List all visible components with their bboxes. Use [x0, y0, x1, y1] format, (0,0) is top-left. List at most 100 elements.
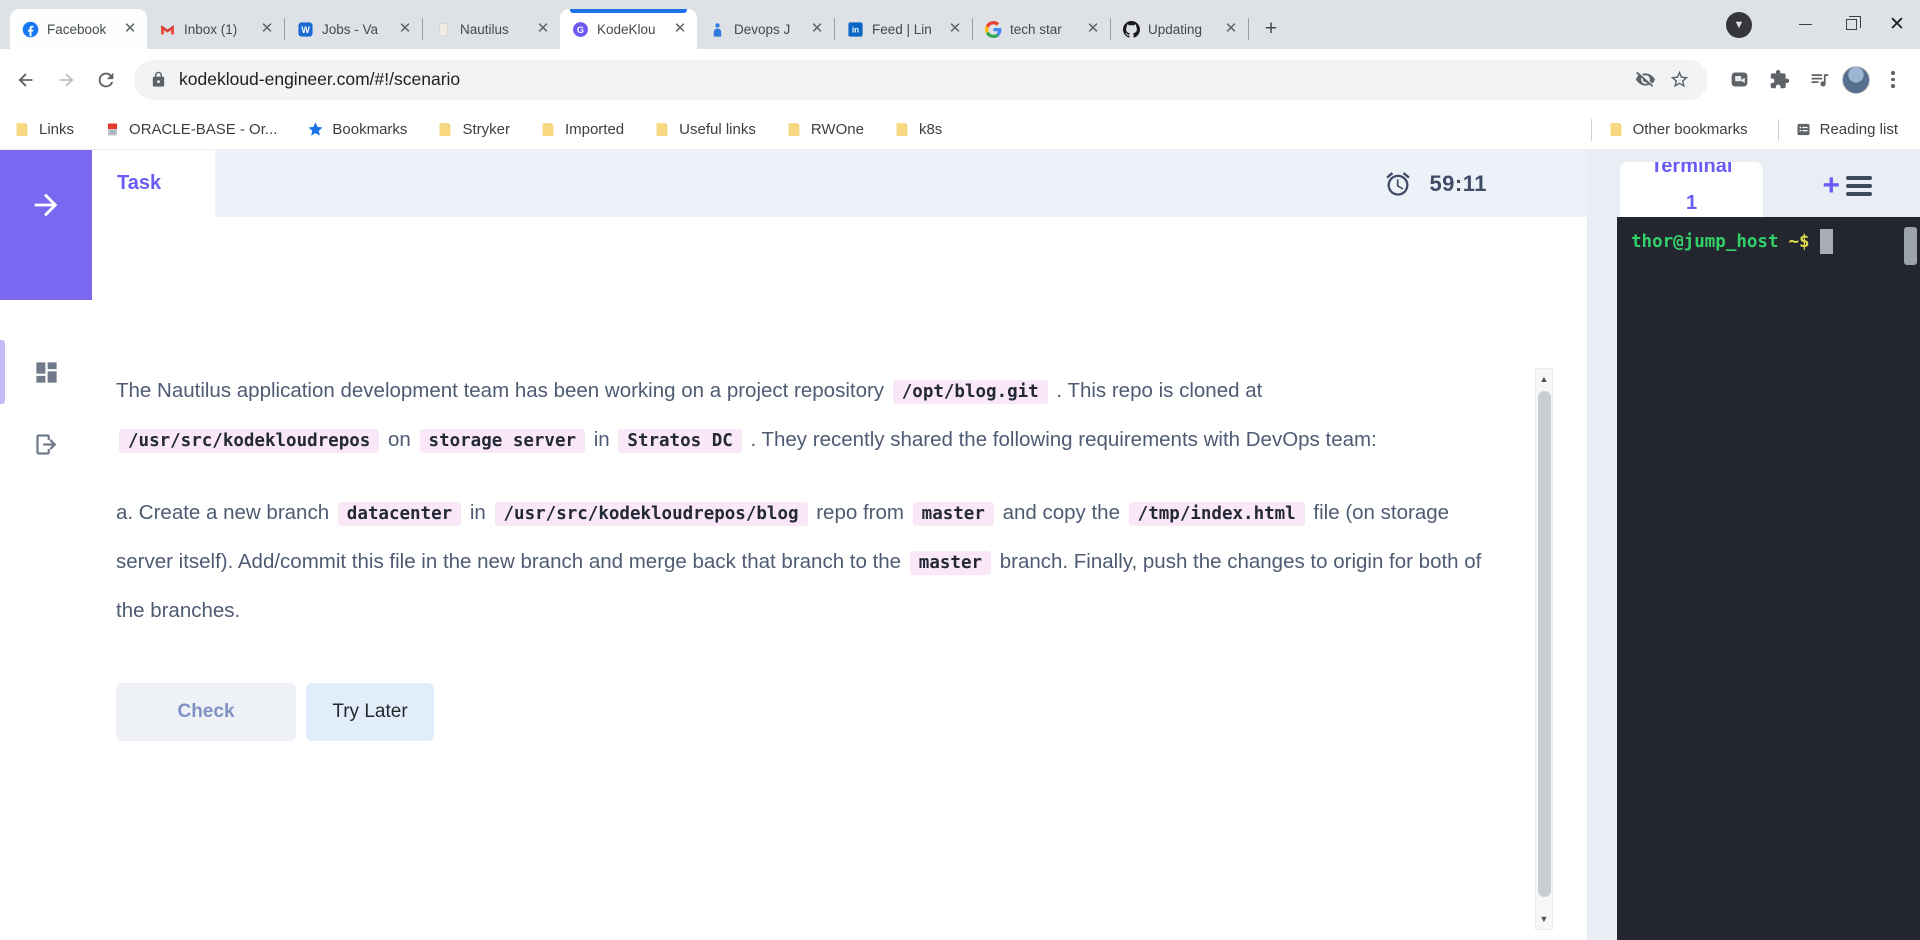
media-extension-button[interactable] [1722, 63, 1756, 97]
maximize-button[interactable] [1828, 0, 1874, 49]
bookmark-label: Links [39, 121, 74, 138]
bookmark-label: Imported [565, 121, 624, 138]
nautilus-icon [435, 21, 452, 38]
browser-tab-jobs[interactable]: WJobs - Va✕ [285, 9, 422, 49]
terminal-prompt-user: thor@jump_host [1631, 232, 1779, 252]
scroll-up-arrow[interactable]: ▲ [1536, 369, 1552, 389]
extensions-button[interactable] [1762, 63, 1796, 97]
browser-tab-linkedin[interactable]: inFeed | Lin✕ [835, 9, 972, 49]
tab-task[interactable]: Task [92, 150, 215, 217]
folder-icon [1608, 121, 1625, 138]
bookmark-item[interactable]: ORACLE-BASE - Or... [104, 121, 277, 138]
reading-list-label: Reading list [1820, 121, 1898, 138]
reading-list-button[interactable]: Reading list [1795, 121, 1898, 138]
gmail-icon [159, 21, 176, 38]
browser-tab-gmail[interactable]: Inbox (1)✕ [147, 9, 284, 49]
task-text: and copy the [997, 501, 1126, 524]
folder-icon [437, 121, 454, 138]
scrollbar-thumb[interactable] [1538, 391, 1551, 897]
terminal-prompt-symbol: ~$ [1789, 232, 1810, 252]
other-bookmarks-label: Other bookmarks [1633, 121, 1748, 138]
playlist-button[interactable] [1802, 63, 1836, 97]
sidebar-expand-button[interactable] [0, 150, 92, 300]
close-window-button[interactable]: ✕ [1874, 0, 1920, 49]
bookmark-item[interactable]: k8s [894, 121, 942, 138]
svg-text:G: G [577, 24, 584, 34]
bookmarks-container: Links ORACLE-BASE - Or... Bookmarks Stryker… [14, 121, 972, 138]
tab-close-icon[interactable]: ✕ [946, 20, 964, 38]
task-text: The Nautilus application development tea… [116, 379, 890, 402]
address-bar[interactable]: kodekloud-engineer.com/#!/scenario [134, 60, 1708, 100]
browser-tab-google[interactable]: tech star✕ [973, 9, 1110, 49]
timer-value: 59:11 [1429, 171, 1487, 197]
tab-close-icon[interactable]: ✕ [1084, 20, 1102, 38]
profile-avatar[interactable] [1842, 66, 1870, 94]
task-text: . This repo is cloned at [1051, 379, 1263, 402]
forward-button[interactable] [46, 60, 86, 100]
oracle-icon [104, 121, 121, 138]
terminal-screen[interactable]: thor@jump_host ~$ [1617, 217, 1920, 940]
reload-button[interactable] [86, 60, 126, 100]
inline-code: master [913, 502, 994, 526]
tabs-container: Facebook✕Inbox (1)✕WJobs - Va✕Nautilus✕G… [10, 9, 1249, 49]
privacy-button[interactable] [1628, 63, 1662, 97]
terminal-scrollbar-thumb[interactable] [1904, 227, 1917, 265]
tab-search-button[interactable]: ▼ [1726, 12, 1752, 38]
folder-icon [894, 121, 911, 138]
bookmark-item[interactable]: Bookmarks [307, 121, 407, 138]
tab-close-icon[interactable]: ✕ [396, 20, 414, 38]
inline-code: storage server [420, 429, 586, 453]
sidebar-item-logout[interactable] [0, 408, 92, 480]
scroll-down-arrow[interactable]: ▼ [1536, 909, 1552, 929]
task-text: in [464, 501, 491, 524]
other-bookmarks-button[interactable]: Other bookmarks [1608, 121, 1748, 138]
bookmark-item[interactable]: RWOne [786, 121, 864, 138]
tab-close-icon[interactable]: ✕ [671, 20, 689, 38]
inline-code: /tmp/index.html [1129, 502, 1305, 526]
inline-code: master [910, 551, 991, 575]
check-button[interactable]: Check [116, 683, 296, 741]
browser-toolbar: kodekloud-engineer.com/#!/scenario [0, 49, 1920, 110]
puzzle-icon [1769, 69, 1790, 90]
terminal-menu-button[interactable] [1846, 176, 1872, 196]
tab-close-icon[interactable]: ✕ [808, 20, 826, 38]
tab-close-icon[interactable]: ✕ [121, 20, 139, 38]
playlist-music-icon [1809, 69, 1830, 90]
bookmark-item[interactable]: Stryker [437, 121, 510, 138]
try-later-button[interactable]: Try Later [306, 683, 434, 741]
facebook-icon [22, 21, 39, 38]
back-button[interactable] [6, 60, 46, 100]
task-paragraph: a. Create a new branch datacenter in /us… [116, 489, 1497, 634]
bookmark-label: Bookmarks [332, 121, 407, 138]
tab-close-icon[interactable]: ✕ [534, 20, 552, 38]
inline-code: /usr/src/kodekloudrepos/blog [495, 502, 808, 526]
terminal-prompt-line: thor@jump_host ~$ [1617, 217, 1920, 254]
bookmark-item[interactable]: Links [14, 121, 74, 138]
bookmark-page-button[interactable] [1662, 63, 1696, 97]
task-description: The Nautilus application development tea… [116, 367, 1497, 634]
kodekloud-icon: G [572, 21, 589, 38]
tab-close-icon[interactable]: ✕ [258, 20, 276, 38]
url-text[interactable]: kodekloud-engineer.com/#!/scenario [179, 69, 1628, 90]
minimize-button[interactable] [1782, 0, 1828, 49]
terminal-tab-number: 1 [1620, 185, 1763, 217]
forward-icon [55, 69, 77, 91]
browser-tab-facebook[interactable]: Facebook✕ [10, 9, 147, 49]
sidebar-item-dashboard[interactable] [0, 336, 92, 408]
terminal-tab[interactable]: Terminal 1 [1620, 162, 1763, 217]
browser-tab-nautilus[interactable]: Nautilus✕ [423, 9, 560, 49]
bookmark-item[interactable]: Useful links [654, 121, 756, 138]
tab-close-icon[interactable]: ✕ [1222, 20, 1240, 38]
browser-menu-button[interactable] [1876, 71, 1910, 88]
browser-tab-github[interactable]: Updating✕ [1111, 9, 1248, 49]
browser-tab-devops[interactable]: Devops J✕ [697, 9, 834, 49]
inline-code: datacenter [338, 502, 461, 526]
grid-icon [33, 359, 60, 386]
browser-tab-kodekloud[interactable]: GKodeKlou✕ [560, 9, 697, 49]
task-scrollbar[interactable]: ▲ ▼ [1535, 368, 1553, 930]
new-tab-button[interactable]: + [1257, 15, 1285, 43]
page-content: Task 59:11 The Nautilus application deve… [0, 150, 1920, 940]
reload-icon [95, 69, 117, 91]
bookmark-item[interactable]: Imported [540, 121, 624, 138]
new-terminal-button[interactable]: + [1822, 172, 1840, 200]
